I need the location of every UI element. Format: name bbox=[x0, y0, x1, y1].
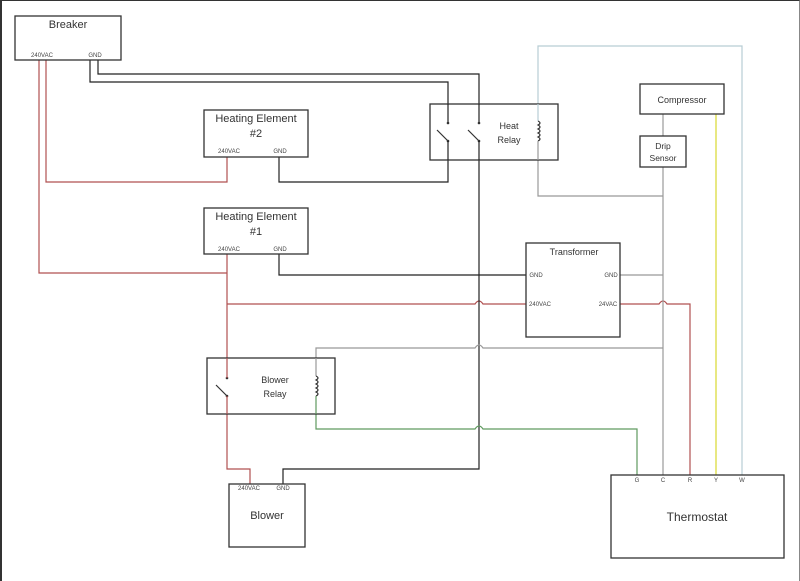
blower-relay-title: Blower bbox=[261, 375, 289, 385]
thermostat-terminal-c: C bbox=[661, 478, 666, 484]
transformer-pin-gnd-secondary: GND bbox=[604, 273, 618, 279]
wire-heat-relay-to-blower-gnd bbox=[282, 140, 480, 484]
heating-element-2-pin-240vac: 240VAC bbox=[218, 149, 241, 155]
breaker-pin-gnd: GND bbox=[88, 53, 102, 59]
wire-breaker-to-heating-element-2 bbox=[45, 60, 228, 183]
blower-pin-240vac: 240VAC bbox=[238, 486, 261, 492]
thermostat-terminal-w: W bbox=[739, 478, 745, 484]
thermostat-terminal-g: G bbox=[635, 478, 640, 484]
heating-element-2-pin-gnd: GND bbox=[273, 149, 287, 155]
drip-sensor-subtitle: Sensor bbox=[650, 153, 677, 163]
heating-element-1-title: Heating Element bbox=[215, 211, 296, 223]
transformer-title: Transformer bbox=[550, 247, 599, 257]
wire-breaker-gnd-to-heat-relay-b bbox=[97, 60, 480, 118]
compressor-title: Compressor bbox=[657, 95, 706, 105]
thermostat-terminal-y: Y bbox=[714, 478, 718, 484]
blower-title: Blower bbox=[250, 510, 284, 522]
heating-element-2-title: Heating Element bbox=[215, 113, 296, 125]
heat-relay: Heat Relay bbox=[429, 103, 559, 161]
wire-breaker-gnd-to-heat-relay-a bbox=[89, 60, 449, 118]
drip-sensor-title: Drip bbox=[655, 141, 671, 151]
compressor: Compressor bbox=[639, 83, 725, 115]
thermostat-terminal-r: R bbox=[688, 478, 693, 484]
wire-heating-element-1-gnd-to-transformer bbox=[278, 254, 527, 276]
heating-element-2: Heating Element #2 240VAC GND bbox=[203, 109, 309, 158]
wires bbox=[38, 45, 743, 484]
heating-element-1: Heating Element #1 240VAC GND bbox=[203, 207, 309, 255]
transformer: Transformer GND 240VAC GND 24VAC bbox=[525, 242, 621, 338]
transformer-box bbox=[525, 242, 621, 338]
transformer-pin-240vac: 240VAC bbox=[529, 302, 552, 308]
thermostat-title: Thermostat bbox=[667, 510, 728, 524]
heating-element-1-number: #1 bbox=[250, 226, 262, 238]
blower-relay: Blower Relay bbox=[206, 357, 336, 415]
transformer-pin-gnd-primary: GND bbox=[529, 273, 543, 279]
heat-relay-subtitle: Relay bbox=[497, 135, 521, 145]
wiring-diagram: Breaker 240VAC GND Heating Element #2 24… bbox=[14, 15, 785, 559]
heat-relay-title: Heat bbox=[499, 121, 519, 131]
heating-element-1-pin-gnd: GND bbox=[273, 247, 287, 253]
breaker-title: Breaker bbox=[49, 19, 88, 31]
wire-240vac-to-transformer bbox=[227, 300, 527, 305]
wire-breaker-to-heating-element-1 bbox=[38, 60, 227, 274]
wire-24vac-to-thermostat-r bbox=[619, 300, 691, 475]
thermostat: G C R Y W Thermostat bbox=[610, 474, 785, 559]
breaker: Breaker 240VAC GND bbox=[14, 15, 122, 61]
blower-pin-gnd: GND bbox=[276, 486, 290, 492]
transformer-pin-24vac: 24VAC bbox=[599, 302, 618, 308]
breaker-pin-240vac: 240VAC bbox=[31, 53, 54, 59]
wire-blower-relay-to-thermostat-g bbox=[315, 396, 638, 475]
heating-element-2-number: #2 bbox=[250, 128, 262, 140]
blower: 240VAC GND Blower bbox=[228, 483, 306, 548]
wire-blower-relay-coil-to-common bbox=[315, 344, 663, 370]
heating-element-1-pin-240vac: 240VAC bbox=[218, 247, 241, 253]
blower-relay-subtitle: Relay bbox=[263, 389, 287, 399]
drip-sensor: Drip Sensor bbox=[639, 135, 687, 168]
